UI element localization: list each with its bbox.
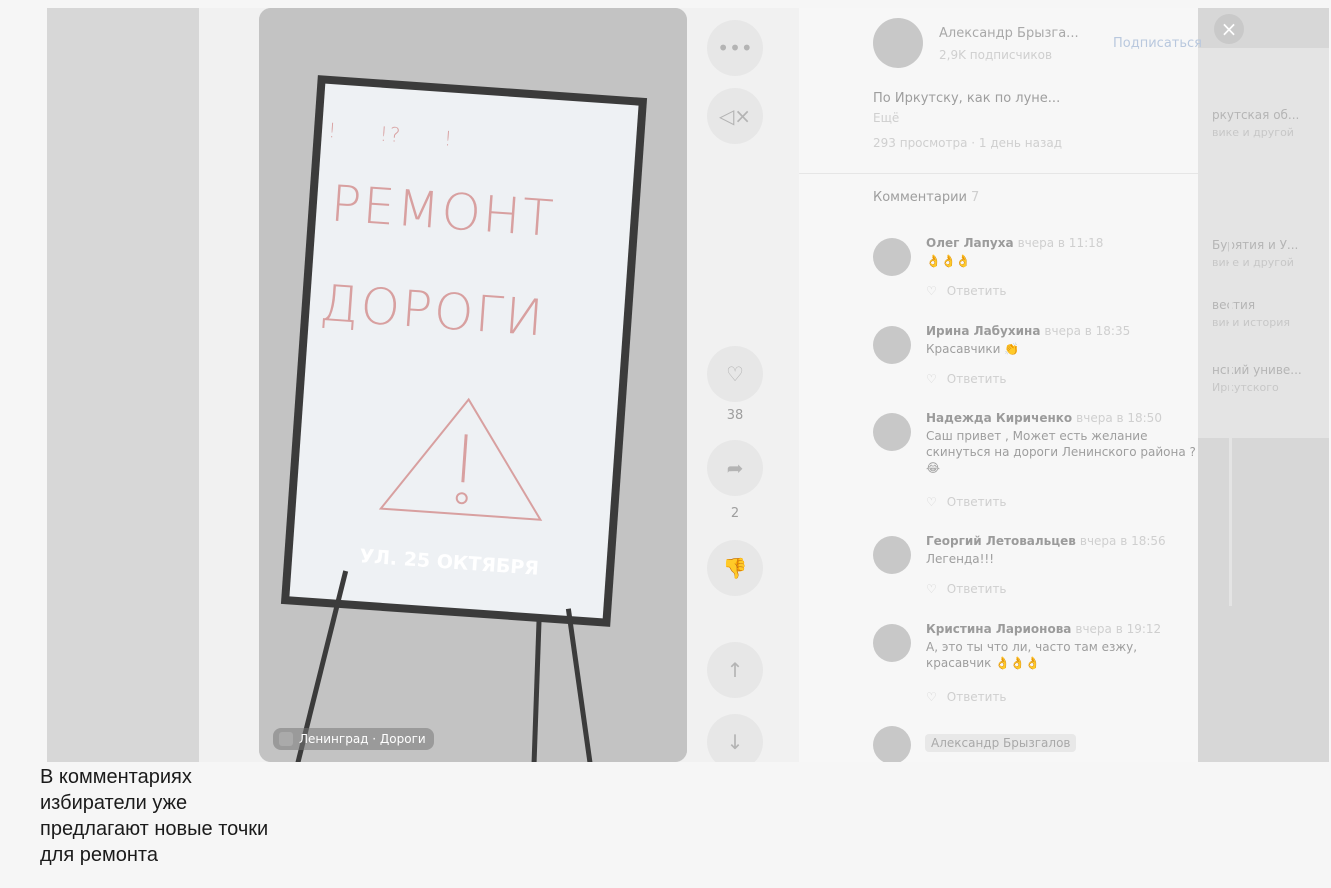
comment-author[interactable]: Олег Лапуха [926, 236, 1014, 250]
author-reply-avatar[interactable] [873, 726, 911, 762]
commenter-avatar[interactable] [873, 326, 911, 364]
next-video-icon[interactable]: ↓ [707, 714, 763, 762]
exclamation-marks: ! !? ! [327, 118, 455, 151]
comment-header: Кристина Ларионова вчера в 19:12 [926, 622, 1161, 636]
warning-triangle-icon [378, 397, 543, 521]
reply-row: ♡ Ответить [926, 582, 1007, 596]
commenter-avatar[interactable] [873, 413, 911, 451]
dislike-icon[interactable]: 👎 [707, 540, 763, 596]
comment-time: вчера в 18:56 [1079, 534, 1166, 548]
feed-item-sub: Иркутского [1212, 381, 1279, 394]
tag-thumbnail-icon [279, 732, 293, 746]
vk-video-screenshot: ркутская об... вике и другой Бурятия и У… [47, 8, 1329, 762]
comment-author[interactable]: Ирина Лабухина [926, 324, 1040, 338]
board-street-caption: УЛ. 25 ОКТЯБРЯ [358, 545, 540, 580]
author-subscribers: 2,9K подписчиков [939, 48, 1053, 62]
author-section: Александр Брызга... 2,9K подписчиков Под… [799, 8, 1202, 174]
comment-time: вчера в 19:12 [1075, 622, 1162, 636]
feed-item-title[interactable]: вестия [1212, 298, 1255, 312]
video-overlay: ! !? ! РЕМОНТ ДОРОГИ УЛ. 25 ОКТЯБРЯ Лени [199, 8, 1232, 762]
share-icon[interactable]: ➦ [707, 440, 763, 496]
comment-item: Ирина Лабухина вчера в 18:35 Красавчики 👏… [873, 324, 1203, 394]
reply-row: ♡ Ответить [926, 372, 1007, 386]
reply-button[interactable]: Ответить [947, 690, 1007, 704]
sign-board-surface: ! !? ! РЕМОНТ ДОРОГИ УЛ. 25 ОКТЯБРЯ [289, 83, 639, 619]
feed-item-sub: вике и другой [1212, 126, 1294, 139]
video-player[interactable]: ! !? ! РЕМОНТ ДОРОГИ УЛ. 25 ОКТЯБРЯ Лени [259, 8, 687, 762]
view-count-and-date: 293 просмотра · 1 день назад [873, 136, 1063, 150]
comments-heading-label: Комментарии [873, 190, 967, 205]
comment-text: А, это ты что ли, часто там езжу, красав… [926, 640, 1138, 670]
reply-button[interactable]: Ответить [947, 582, 1007, 596]
reply-button[interactable]: Ответить [947, 372, 1007, 386]
info-panel: Александр Брызга... 2,9K подписчиков Под… [799, 8, 1232, 762]
comments-scrollbar[interactable] [1229, 236, 1232, 606]
feed-item-title[interactable]: Бурятия и У... [1212, 238, 1298, 252]
reply-row: ♡ Ответить [926, 284, 1007, 298]
commenter-avatar[interactable] [873, 624, 911, 662]
like-icon[interactable]: ♡ [707, 346, 763, 402]
comment-text: Красавчики 👏 [926, 342, 1020, 356]
comment-header: Ирина Лабухина вчера в 18:35 [926, 324, 1130, 338]
comment-item: Георгий Летовальцев вчера в 18:56 Легенда… [873, 534, 1203, 604]
comment-time: вчера в 18:50 [1076, 411, 1162, 425]
action-column: ••• ◁× ♡ 38 ➦ 2 👎 ↑ ↓ [707, 8, 767, 762]
comments-heading: Комментарии 7 [873, 190, 979, 205]
subscribe-button[interactable]: Подписаться [1113, 36, 1202, 51]
comment-header: Георгий Летовальцев вчера в 18:56 [926, 534, 1166, 548]
sign-board: ! !? ! РЕМОНТ ДОРОГИ УЛ. 25 ОКТЯБРЯ [280, 75, 648, 627]
feed-item-title[interactable]: ркутская об... [1212, 108, 1299, 122]
comment-author[interactable]: Кристина Ларионова [926, 622, 1071, 636]
comment-like-icon[interactable]: ♡ [926, 495, 937, 509]
comment-like-icon[interactable]: ♡ [926, 284, 937, 298]
reply-row: ♡ Ответить [926, 690, 1007, 704]
feed-item-sub: вике и другой [1212, 256, 1294, 269]
board-text-line1: РЕМОНТ [328, 174, 557, 248]
article-caption: В комментариях избиратели уже предлагают… [40, 766, 269, 866]
share-count: 2 [730, 506, 740, 521]
comment-like-icon[interactable]: ♡ [926, 690, 937, 704]
video-description: По Иркутску, как по луне... [873, 91, 1061, 106]
comment-item: Олег Лапуха вчера в 11:18 👌👌👌 ♡ Ответить [873, 236, 1203, 306]
previous-video-icon[interactable]: ↑ [707, 642, 763, 698]
comment-author[interactable]: Надежда Кириченко [926, 411, 1072, 425]
reply-button[interactable]: Ответить [947, 284, 1007, 298]
comment-text: Легенда!!! [926, 552, 995, 566]
background-feed: ркутская об... вике и другой Бурятия и У… [1198, 48, 1329, 438]
author-name[interactable]: Александр Брызга... [939, 26, 1079, 41]
more-options-icon[interactable]: ••• [707, 20, 763, 76]
comment-item: Надежда Кириченко вчера в 18:50 Саш приве… [873, 411, 1203, 511]
reply-row: ♡ Ответить [926, 495, 1007, 509]
video-tag[interactable]: Ленинград · Дороги [273, 728, 434, 750]
comment-like-icon[interactable]: ♡ [926, 582, 937, 596]
comment-header: Надежда Кириченко вчера в 18:50 [926, 411, 1162, 425]
reply-button[interactable]: Ответить [947, 495, 1007, 509]
board-text-line2: ДОРОГИ [317, 273, 547, 348]
mute-icon[interactable]: ◁× [707, 88, 763, 144]
comment-time: вчера в 18:35 [1044, 324, 1131, 338]
feed-item-sub: вики история [1212, 316, 1291, 329]
comment-header: Олег Лапуха вчера в 11:18 [926, 236, 1103, 250]
comment-item: Кристина Ларионова вчера в 19:12 А, это т… [873, 622, 1203, 708]
comment-time: вчера в 11:18 [1017, 236, 1104, 250]
commenter-avatar[interactable] [873, 238, 911, 276]
show-more-link[interactable]: Ещё [873, 111, 899, 125]
close-icon[interactable]: × [1214, 14, 1244, 44]
author-avatar[interactable] [873, 18, 923, 68]
comment-text: 👌👌👌 [926, 254, 971, 268]
comments-count: 7 [970, 190, 980, 205]
like-count: 38 [726, 408, 744, 423]
comment-like-icon[interactable]: ♡ [926, 372, 937, 386]
video-tag-label: Ленинград · Дороги [299, 732, 426, 746]
comment-text: Саш привет , Может есть желание скинутьс… [926, 429, 1196, 475]
feed-item-title[interactable]: нский униве... [1212, 363, 1302, 377]
comment-author[interactable]: Георгий Летовальцев [926, 534, 1076, 548]
commenter-avatar[interactable] [873, 536, 911, 574]
author-reply-chip[interactable]: Александр Брызгалов [925, 734, 1077, 752]
